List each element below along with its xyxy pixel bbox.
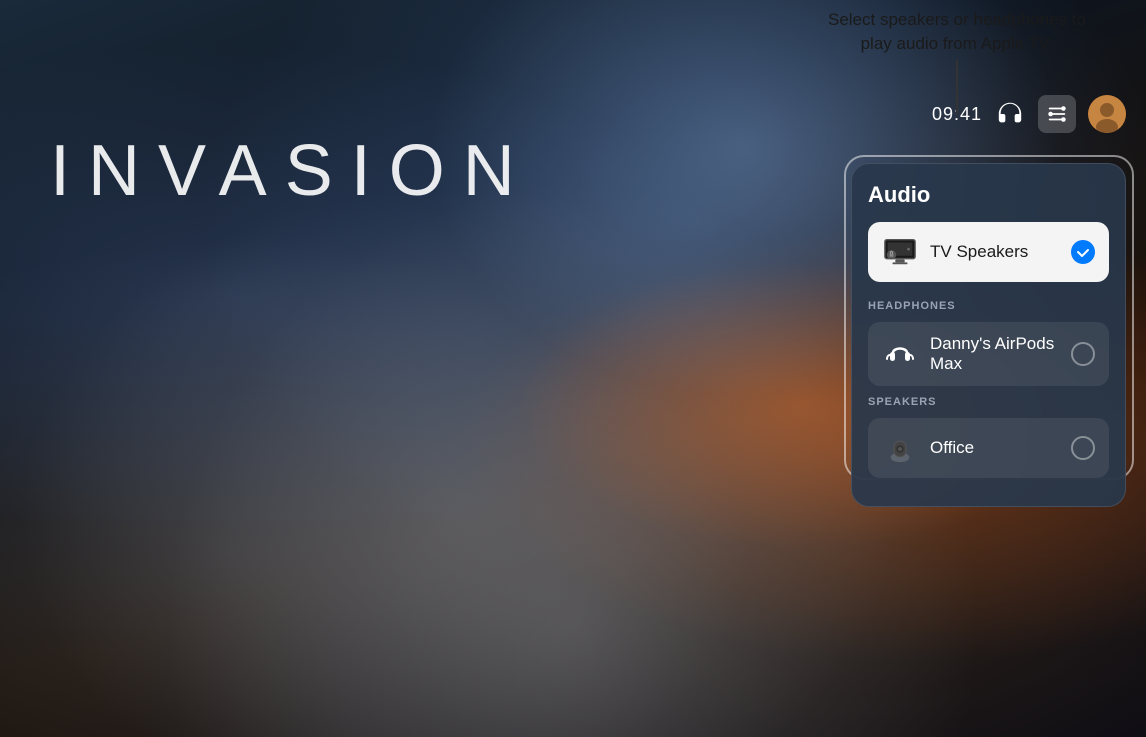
office-label: Office xyxy=(930,438,1059,458)
avatar-image xyxy=(1088,95,1126,133)
tooltip-text-line1: Select speakers or headphones to xyxy=(828,8,1086,32)
airpods-radio[interactable] xyxy=(1071,342,1095,366)
audio-panel-title: Audio xyxy=(868,182,1109,208)
avatar[interactable] xyxy=(1088,95,1126,133)
tv-speakers-icon xyxy=(882,234,918,270)
homepod-icon xyxy=(882,430,918,466)
tooltip-text-line2: play audio from Apple TV. xyxy=(828,32,1086,56)
speakers-section-header: SPEAKERS xyxy=(868,396,1109,408)
tooltip-connector-line xyxy=(956,60,958,115)
office-speaker-item[interactable]: Office xyxy=(868,418,1109,478)
office-radio[interactable] xyxy=(1071,436,1095,460)
airpods-label: Danny's AirPods Max xyxy=(930,334,1059,374)
movie-title: INVASION xyxy=(50,130,533,212)
tv-speakers-item[interactable]: TV Speakers xyxy=(868,222,1109,282)
airpods-item[interactable]: Danny's AirPods Max xyxy=(868,322,1109,386)
airpods-icon xyxy=(882,336,918,372)
audio-panel: Audio TV Speakers HEADPHONES xyxy=(851,163,1126,507)
headphones-section-header: HEADPHONES xyxy=(868,300,1109,312)
tv-speakers-checkmark xyxy=(1071,240,1095,264)
tv-speakers-label: TV Speakers xyxy=(930,242,1059,262)
tooltip: Select speakers or headphones to play au… xyxy=(828,8,1086,115)
